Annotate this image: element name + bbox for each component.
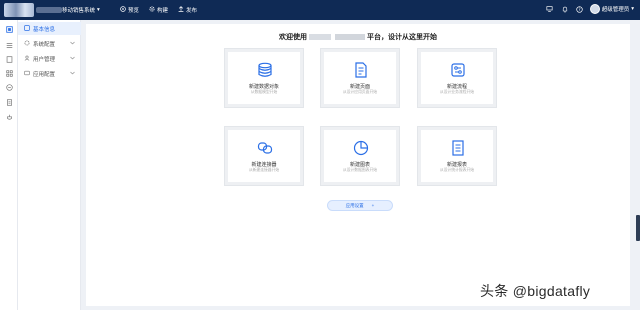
flow-icon <box>450 62 466 78</box>
blurred-name <box>335 34 365 41</box>
preview-button[interactable]: 预览 <box>120 6 139 14</box>
svg-text:?: ? <box>579 7 581 12</box>
logo <box>4 3 34 17</box>
card-title: 新建页面 <box>349 84 370 90</box>
chart-icon <box>353 140 369 156</box>
grid-icon[interactable] <box>4 68 14 78</box>
welcome-suffix: 平台，设计从这里开始 <box>367 34 437 41</box>
chevron-down-icon <box>70 71 75 77</box>
eye-icon <box>120 6 126 14</box>
sidebar-item-label: 系统配置 <box>33 41 56 48</box>
preview-label: 预览 <box>128 8 140 14</box>
card-title: 新建数据对象 <box>248 84 279 90</box>
sidebar-item-label: 基本信息 <box>33 26 56 33</box>
blurred-app-prefix <box>36 7 62 13</box>
build-button[interactable]: 构建 <box>149 6 168 14</box>
app-switcher[interactable]: 移动销售系统 ▾ <box>62 6 100 14</box>
icon-strip <box>0 20 18 310</box>
card-title: 新建图表 <box>349 162 370 168</box>
app-title: 移动销售系统 <box>62 8 96 14</box>
card-subtitle: 从设计应用页面开始 <box>342 90 378 94</box>
sidebar-item-user-management[interactable]: 用户管理 <box>18 52 81 65</box>
connector-icon <box>257 140 273 156</box>
welcome-prefix: 欢迎使用 <box>279 34 307 41</box>
card-subtitle: 从设计数据图表开始 <box>342 168 378 172</box>
card-new-chart[interactable]: 新建图表 从设计数据图表开始 <box>321 127 399 185</box>
monitor-icon[interactable] <box>545 4 555 14</box>
gear-icon <box>149 6 155 14</box>
card-new-flow[interactable]: 新建流程 从设计业务流程开始 <box>418 49 496 107</box>
target-icon[interactable] <box>4 82 14 92</box>
database-icon <box>257 62 273 78</box>
top-nav: 预览 构建 发布 <box>120 6 197 14</box>
sidebar-item-system-config[interactable]: 系统配置 <box>18 37 81 50</box>
bell-icon[interactable] <box>560 4 570 14</box>
page-icon[interactable] <box>4 54 14 64</box>
card-subtitle: 从数据模型开始 <box>250 90 278 94</box>
card-new-connector[interactable]: 新建连接器 从新建连接器开始 <box>225 127 303 185</box>
caret-down-icon: ▾ <box>631 6 634 12</box>
card-subtitle: 从新建连接器开始 <box>248 168 280 172</box>
user-name: 超级管理员 <box>601 7 630 13</box>
watermark: 头条 @bigdatafly <box>480 283 591 299</box>
chevron-down-icon <box>70 41 75 47</box>
blurred-name <box>309 34 331 41</box>
plugin-icon[interactable] <box>4 112 14 122</box>
card-subtitle: 从设计业务流程开始 <box>439 90 475 94</box>
publish-label: 发布 <box>186 8 198 14</box>
app-settings-button[interactable]: 应用设置 + <box>327 200 393 211</box>
gear-icon <box>24 40 30 48</box>
welcome-heading: 欢迎使用 平台，设计从这里开始 <box>86 32 630 42</box>
list-icon[interactable] <box>4 40 14 50</box>
build-label: 构建 <box>157 8 169 14</box>
sidebar-item-label: 应用配置 <box>33 71 56 78</box>
top-right-tools: ? 超级管理员 ▾ <box>545 4 634 14</box>
card-subtitle: 从设计统计报表开始 <box>439 168 475 172</box>
report-icon <box>450 140 466 156</box>
home-icon[interactable] <box>4 24 14 34</box>
card-title: 新建报表 <box>446 162 467 168</box>
caret-down-icon: ▾ <box>97 7 100 13</box>
app-settings-label: 应用设置 <box>345 202 364 208</box>
sidebar-item-app-config[interactable]: 应用配置 <box>18 67 81 80</box>
top-bar: 移动销售系统 ▾ 预览 构建 发布 ? 超级管理员 ▾ <box>0 0 640 20</box>
sidebar: 基本信息 系统配置 用户管理 应用配置 <box>18 20 81 310</box>
document-icon[interactable] <box>4 97 14 107</box>
card-title: 新建连接器 <box>251 162 277 168</box>
sidebar-item-basic-info[interactable]: 基本信息 <box>18 22 81 35</box>
page-icon <box>353 62 369 78</box>
side-drawer-handle[interactable] <box>636 215 640 241</box>
info-icon <box>24 24 30 33</box>
publish-button[interactable]: 发布 <box>178 6 197 14</box>
sidebar-item-label: 用户管理 <box>33 56 56 63</box>
avatar <box>589 4 600 14</box>
card-new-report[interactable]: 新建报表 从设计统计报表开始 <box>418 127 496 185</box>
card-title: 新建流程 <box>446 84 467 90</box>
card-new-page[interactable]: 新建页面 从设计应用页面开始 <box>321 49 399 107</box>
plus-icon: + <box>371 203 375 208</box>
app-icon <box>24 70 30 78</box>
publish-icon <box>178 6 184 14</box>
chevron-down-icon <box>70 56 75 62</box>
user-icon <box>24 55 30 63</box>
card-new-data-object[interactable]: 新建数据对象 从数据模型开始 <box>225 49 303 107</box>
main-panel: 欢迎使用 平台，设计从这里开始 新建数据对象 从数据模型开始 新建页面 从设计应用… <box>86 24 630 306</box>
user-menu[interactable]: 超级管理员 ▾ <box>589 4 634 14</box>
help-icon[interactable]: ? <box>575 4 585 14</box>
